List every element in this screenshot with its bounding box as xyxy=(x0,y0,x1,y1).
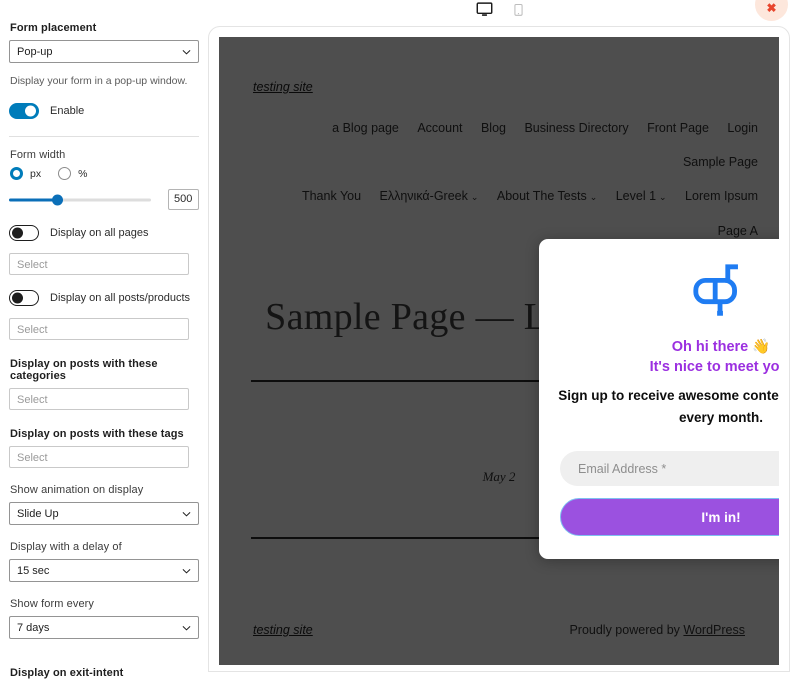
delay-value: 15 sec xyxy=(17,565,50,577)
categories-select-input[interactable]: Select xyxy=(9,388,189,410)
slider-fill xyxy=(9,198,57,201)
footer-credit-prefix: Proudly powered by xyxy=(569,623,684,637)
chevron-down-icon: ⌄ xyxy=(589,192,598,202)
chevron-down-icon xyxy=(182,509,191,518)
submit-button[interactable]: I'm in! xyxy=(560,498,779,536)
nav-item[interactable]: Level 1 ⌄ xyxy=(616,189,667,203)
pages-select-input[interactable]: Select xyxy=(9,253,189,275)
unit-px-radio[interactable] xyxy=(10,167,23,180)
frequency-select[interactable]: 7 days xyxy=(9,616,199,639)
toggle-knob xyxy=(12,227,23,239)
form-width-unit-group[interactable]: px % xyxy=(10,167,199,180)
display-all-pages-row[interactable]: Display on all pages xyxy=(9,225,199,241)
delay-label: Display with a delay of xyxy=(10,541,122,553)
nav-item[interactable]: a Blog page xyxy=(332,121,399,135)
nav-item-label: Ελληνικά-Greek xyxy=(379,189,468,203)
device-switcher[interactable] xyxy=(476,1,529,20)
categories-label: Display on posts with these categories xyxy=(10,358,158,382)
display-all-pages-label: Display on all pages xyxy=(50,227,149,239)
mailbox-icon xyxy=(539,261,779,323)
animation-value: Slide Up xyxy=(17,508,59,520)
exit-intent-label: Display on exit-intent xyxy=(10,667,124,679)
frequency-value: 7 days xyxy=(17,622,50,634)
unit-percent-label: % xyxy=(78,167,88,180)
display-all-posts-label: Display on all posts/products xyxy=(50,292,191,304)
display-all-posts-row[interactable]: Display on all posts/products xyxy=(9,290,199,306)
animation-select[interactable]: Slide Up xyxy=(9,502,199,525)
form-placement-label: Form placement xyxy=(10,22,97,34)
wordpress-link[interactable]: WordPress xyxy=(683,623,745,637)
chevron-down-icon xyxy=(182,566,191,575)
nav-item[interactable]: Login xyxy=(727,121,758,135)
frequency-label: Show form every xyxy=(10,598,95,610)
preview-frame: testing site a Blog page Account Blog Bu… xyxy=(208,26,790,672)
email-input[interactable]: Email Address * xyxy=(560,451,779,486)
toggle-knob xyxy=(12,292,23,304)
form-width-slider[interactable] xyxy=(9,193,151,207)
nav-item[interactable]: Ελληνικά-Greek ⌄ xyxy=(380,189,479,203)
nav-item[interactable]: Sample Page xyxy=(683,155,758,169)
chevron-down-icon xyxy=(182,47,191,56)
site-brand[interactable]: testing site xyxy=(253,80,313,94)
chevron-down-icon: ⌄ xyxy=(470,192,479,202)
close-preview-button[interactable]: ✖ xyxy=(755,0,788,21)
popup-body-text: Sign up to receive awesome content in yo… xyxy=(558,388,779,425)
unit-px-label: px xyxy=(30,167,42,180)
mobile-icon[interactable] xyxy=(512,1,529,20)
popup-heading-line2: It's nice to meet you. xyxy=(649,359,779,375)
nav-item[interactable]: Page A xyxy=(718,224,758,238)
desktop-icon[interactable] xyxy=(476,1,493,20)
display-all-pages-toggle[interactable] xyxy=(9,225,39,241)
settings-sidebar: Form placement Pop-up Display your form … xyxy=(0,0,208,682)
delay-select[interactable]: 15 sec xyxy=(9,559,199,582)
form-width-label: Form width xyxy=(10,149,66,161)
nav-item-label: About The Tests xyxy=(496,189,587,203)
preview-toolbar: ✖ xyxy=(208,0,800,26)
popup-heading: Oh hi there 👋 It's nice to meet you. xyxy=(553,337,779,377)
unit-percent-radio[interactable] xyxy=(58,167,72,180)
animation-label: Show animation on display xyxy=(10,484,144,496)
app-root: Form placement Pop-up Display your form … xyxy=(0,0,800,682)
tags-select-input[interactable]: Select xyxy=(9,446,189,468)
form-width-input[interactable]: 500 xyxy=(168,189,199,210)
posts-select-input[interactable]: Select xyxy=(9,318,189,340)
nav-item[interactable]: Account xyxy=(417,121,462,135)
form-width-slider-row[interactable]: 500 xyxy=(9,189,199,210)
signup-popup: ✕ Oh hi there 👋 It's nice to meet you. xyxy=(539,239,779,559)
close-icon: ✖ xyxy=(766,0,777,15)
nav-item[interactable]: Thank You xyxy=(302,189,361,203)
chevron-down-icon: ⌄ xyxy=(659,192,667,202)
enable-toggle-row[interactable]: Enable xyxy=(9,103,199,119)
enable-toggle-label: Enable xyxy=(50,105,85,117)
toggle-knob xyxy=(25,105,36,117)
footer-credit: Proudly powered by WordPress xyxy=(569,623,745,637)
nav-item[interactable]: Blog xyxy=(481,121,506,135)
tags-label: Display on posts with these tags xyxy=(10,428,184,440)
nav-item[interactable]: Front Page xyxy=(647,121,709,135)
nav-item[interactable]: Business Directory xyxy=(524,121,628,135)
nav-item[interactable]: Lorem Ipsum xyxy=(685,189,758,203)
footer-site-link[interactable]: testing site xyxy=(253,623,313,637)
form-placement-helper: Display your form in a pop-up window. xyxy=(10,75,188,87)
form-placement-select[interactable]: Pop-up xyxy=(9,40,199,63)
slider-thumb[interactable] xyxy=(52,194,63,205)
display-all-posts-toggle[interactable] xyxy=(9,290,39,306)
nav-item-label: Level 1 xyxy=(615,189,657,203)
popup-heading-line1: Oh hi there 👋 xyxy=(671,339,771,355)
form-placement-value: Pop-up xyxy=(17,46,53,58)
nav-item[interactable]: About The Tests ⌄ xyxy=(497,189,597,203)
site-preview: testing site a Blog page Account Blog Bu… xyxy=(219,37,779,665)
chevron-down-icon xyxy=(182,623,191,632)
enable-toggle[interactable] xyxy=(9,103,39,119)
